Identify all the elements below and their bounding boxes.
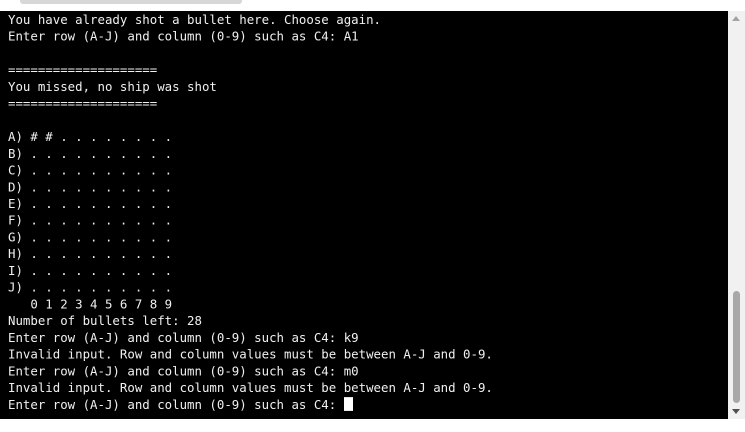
input-prompt: Enter row (A-J) and column (0-9) such as… — [8, 397, 344, 412]
terminal-line: ==================== — [8, 62, 158, 77]
board-row-j: J) . . . . . . . . . . — [8, 279, 173, 295]
scroll-up-arrow-icon[interactable] — [732, 16, 740, 21]
board-row-i: I) . . . . . . . . . . — [8, 263, 173, 278]
board-row-c: C) . . . . . . . . . . — [8, 162, 173, 178]
vertical-scrollbar[interactable] — [728, 11, 745, 419]
board-row-h: H) . . . . . . . . . . — [8, 246, 173, 262]
board-row-g: G) . . . . . . . . . . — [8, 229, 173, 245]
board-row-e: E) . . . . . . . . . . — [8, 196, 173, 211]
terminal-line: Enter row (A-J) and column (0-9) such as… — [8, 28, 359, 44]
scrollbar-thumb[interactable] — [733, 291, 740, 403]
bullets-left-status: Number of bullets left: 28 — [8, 313, 202, 329]
text-cursor[interactable] — [343, 397, 353, 411]
terminal-line: You have already shot a bullet here. Cho… — [8, 11, 381, 27]
error-message: Invalid input. Row and column values mus… — [8, 346, 493, 362]
input-prompt-line[interactable]: Enter row (A-J) and column (0-9) such as… — [8, 396, 728, 413]
terminal-output: You have already shot a bullet here. Cho… — [8, 11, 728, 413]
terminal-line: Enter row (A-J) and column (0-9) such as… — [8, 363, 359, 379]
terminal-line: ==================== — [8, 95, 158, 111]
terminal-window: You have already shot a bullet here. Cho… — [0, 0, 745, 432]
board-row-d: D) . . . . . . . . . . — [8, 179, 173, 195]
scroll-down-arrow-icon[interactable] — [732, 409, 740, 414]
window-tab-strip — [20, 0, 242, 4]
terminal-console[interactable]: You have already shot a bullet here. Cho… — [0, 11, 728, 419]
error-message: Invalid input. Row and column values mus… — [8, 380, 493, 396]
terminal-line: You missed, no ship was shot — [8, 78, 217, 94]
terminal-line: Enter row (A-J) and column (0-9) such as… — [8, 330, 359, 345]
board-row-f: F) . . . . . . . . . . — [8, 212, 173, 228]
board-row-a: A) # # . . . . . . . . — [8, 129, 173, 144]
board-row-b: B) . . . . . . . . . . — [8, 145, 173, 161]
board-column-labels: 0 1 2 3 4 5 6 7 8 9 — [8, 296, 173, 312]
